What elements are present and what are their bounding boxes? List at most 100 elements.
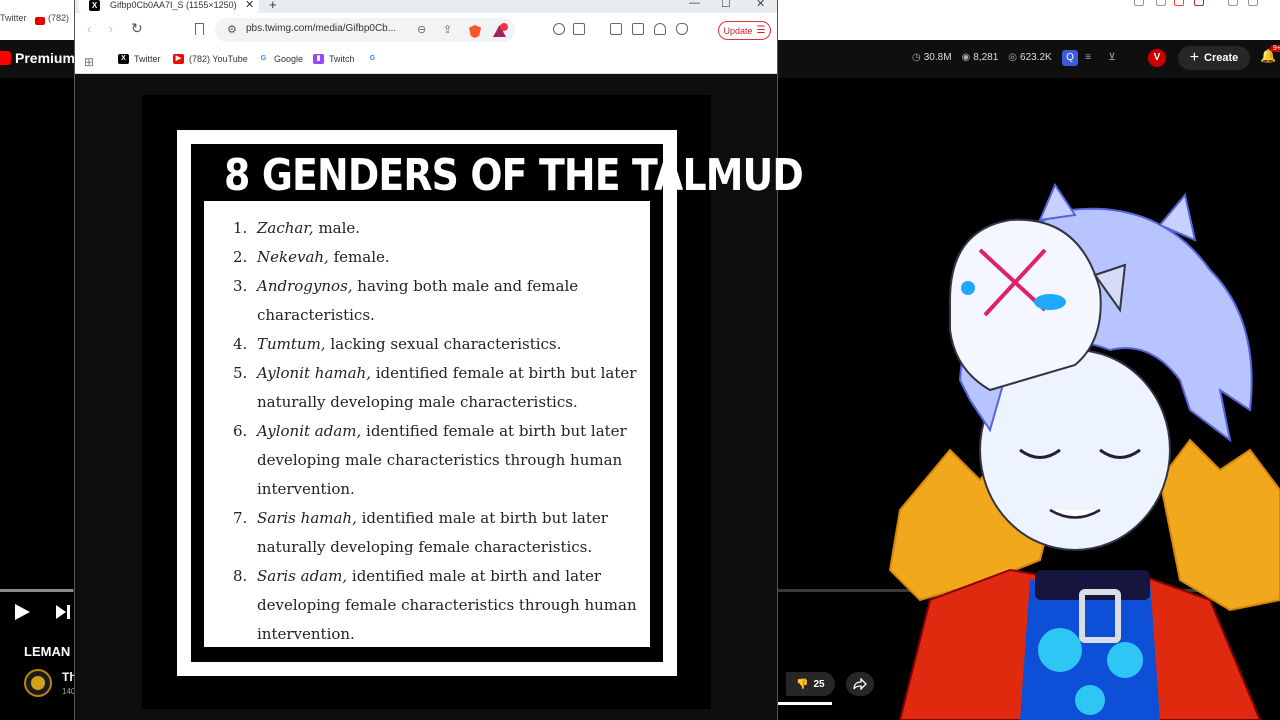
background-window-tabs	[778, 0, 1280, 40]
notifications-bell-icon[interactable]: 🔔 9+	[1260, 45, 1280, 66]
item-description: male.	[313, 219, 361, 237]
bookmark-icon[interactable]	[195, 23, 204, 35]
next-icon[interactable]	[54, 603, 72, 621]
talmud-genders-image: 8 GENDERS OF THE TALMUD 1. Zachar, male. 2…	[177, 130, 804, 676]
item-number: 5.	[233, 364, 248, 382]
play-icon[interactable]	[12, 602, 32, 622]
dislike-button[interactable]: 👎 25	[786, 672, 835, 696]
bookmark-youtube[interactable]: ▶ (782) YouTube	[173, 54, 248, 64]
bookmarks-bar: ⊞ X Twitter ▶ (782) YouTube G Google ▮ T…	[75, 47, 777, 74]
bookmark-twitch[interactable]: ▮ Twitch	[313, 54, 355, 64]
vpn-shield-icon[interactable]	[676, 23, 688, 35]
views-count: 30.8M	[923, 52, 952, 63]
window-close-icon[interactable]: ✕	[756, 0, 765, 10]
item-number: 6.	[233, 422, 248, 440]
eye-icon: ◉	[961, 52, 971, 63]
brave-shield-icon[interactable]	[1174, 0, 1184, 6]
choker-collar	[1035, 570, 1150, 600]
video-stats: ◷ 30.8M ◉ 8,281 ◎ 623.2K	[912, 52, 1052, 63]
gender-item: 8. Saris adam, identified male at birth a…	[233, 562, 640, 649]
wallet-icon[interactable]	[632, 23, 644, 35]
media-icon[interactable]	[573, 23, 585, 35]
extensions-icon[interactable]	[553, 23, 565, 35]
rewards-badge	[500, 23, 508, 31]
bookmark-google-2[interactable]: G	[367, 54, 378, 64]
share-icon[interactable]: ⇪	[443, 23, 452, 36]
thumbs-down-icon: 👎	[796, 678, 809, 690]
bookmark-twitter[interactable]: X Twitter	[118, 54, 161, 64]
fur-collar-right	[1158, 438, 1280, 612]
item-term: Tumtum,	[257, 335, 326, 353]
avatar-emblem-icon	[31, 676, 45, 690]
apps-grid-icon[interactable]: ⊞	[84, 55, 94, 69]
video-progress-fill	[0, 589, 73, 592]
leo-ai-icon[interactable]	[654, 23, 666, 35]
item-term: Zachar,	[257, 219, 314, 237]
tab-icon[interactable]	[1134, 0, 1144, 6]
site-info-icon[interactable]: ⚙	[227, 23, 237, 36]
gender-item: 2. Nekevah, female.	[233, 243, 640, 272]
tab-icon[interactable]	[1156, 0, 1166, 6]
active-tab[interactable]: X Gifbp0Cb0AA7I_S (1155×1250) ✕	[79, 0, 259, 13]
background-bookmark-twitter[interactable]: Twitter	[0, 13, 27, 23]
rewards-icon[interactable]	[1194, 0, 1204, 6]
google-icon: G	[369, 55, 376, 62]
item-number: 4.	[233, 335, 248, 353]
item-number: 8.	[233, 567, 248, 585]
item-term: Aylonit adam,	[257, 422, 362, 440]
x-logo-icon: X	[89, 0, 100, 11]
item-term: Saris adam,	[257, 567, 348, 585]
item-number: 1.	[233, 219, 248, 237]
cast-icon[interactable]: ⊻	[1104, 50, 1120, 66]
logo-text: Premium	[15, 50, 75, 66]
update-button[interactable]: Update ☰	[718, 21, 771, 40]
list-icon[interactable]: ≡	[1080, 50, 1096, 66]
extension-icon[interactable]	[1228, 0, 1238, 6]
google-icon: G	[260, 55, 267, 62]
third-count: 623.2K	[1020, 52, 1052, 63]
menu-icon: ☰	[756, 25, 766, 36]
youtube-icon: ▶	[173, 54, 184, 64]
item-description: female.	[328, 248, 390, 266]
video-title: LEMAN	[24, 644, 71, 659]
gender-item: 1. Zachar, male.	[233, 214, 640, 243]
tab-close-icon[interactable]: ✕	[245, 0, 254, 11]
mask-eye-right	[1034, 294, 1066, 310]
vip-badge-icon[interactable]: V	[1148, 49, 1166, 67]
sidebar-icon[interactable]	[1248, 0, 1258, 6]
youtube-premium-logo[interactable]: Premium	[0, 50, 75, 66]
back-icon[interactable]: ‹	[87, 22, 91, 36]
sidebar-icon[interactable]	[610, 23, 622, 35]
shirt-pattern	[1038, 628, 1082, 672]
url-text[interactable]: pbs.twimg.com/media/Gifbp0Cb...	[246, 23, 396, 34]
gender-item: 7. Saris hamah, identified male at birth …	[233, 504, 640, 562]
item-term: Aylonit hamah,	[257, 364, 371, 382]
gender-item: 6. Aylonit adam, identified female at bir…	[233, 417, 640, 504]
address-toolbar: ‹ › ↻ ⚙ pbs.twimg.com/media/Gifbp0Cb... …	[75, 13, 777, 47]
forward-icon[interactable]: ›	[109, 22, 113, 36]
gender-list: 1. Zachar, male. 2. Nekevah, female. 3. Andro…	[233, 214, 640, 649]
item-description: lacking sexual characteristics.	[325, 335, 562, 353]
item-term: Androgynos,	[257, 277, 353, 295]
create-button[interactable]: + Create	[1178, 46, 1250, 70]
mask-eye-left	[961, 281, 975, 295]
item-number: 2.	[233, 248, 248, 266]
youtube-favicon-icon	[35, 17, 45, 25]
bookmark-label: Twitter	[134, 54, 161, 64]
maximize-icon[interactable]: ☐	[721, 0, 731, 10]
extension-q-icon[interactable]: Q	[1062, 50, 1078, 66]
hair-spike	[1038, 182, 1077, 222]
tab-strip: X Gifbp0Cb0AA7I_S (1155×1250) ✕ + — ☐ ✕	[75, 0, 777, 13]
reload-icon[interactable]: ↻	[131, 20, 143, 37]
twitch-icon: ▮	[313, 54, 324, 64]
new-tab-button[interactable]: +	[269, 0, 277, 12]
channel-avatar[interactable]	[24, 669, 52, 697]
zoom-icon[interactable]: ⊖	[417, 23, 426, 36]
background-bookmark-youtube[interactable]: (782)	[48, 13, 69, 23]
plus-icon: +	[1189, 49, 1200, 66]
third-stat: ◎ 623.2K	[1008, 52, 1051, 63]
bookmark-google[interactable]: G Google	[258, 54, 303, 64]
create-label: Create	[1204, 52, 1239, 64]
minimize-icon[interactable]: —	[689, 0, 700, 9]
shirt-pattern	[1075, 685, 1105, 715]
